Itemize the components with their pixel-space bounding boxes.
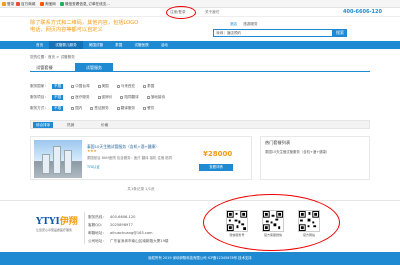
hotline-number: 400-6606-120 [343, 9, 382, 15]
filter-label: 服务国家： [30, 83, 48, 88]
filter-option[interactable]: 国内 [71, 106, 82, 111]
filter-row: 服务项目： 不限 医疗服务 促卵仪 陪同翻译 落地接待 [30, 93, 173, 101]
filter-label: 服务方式： [30, 105, 48, 110]
nav-item[interactable]: 试管婴儿服务 [49, 41, 83, 49]
footer-info-row: 邮箱地址： aihuachuang@163.com [88, 231, 153, 235]
footer-contact-info: 服务热线： 400-6606-120 客服QQ： 2025898977 邮箱地址： a… [88, 213, 168, 245]
search-button[interactable]: 搜索 [333, 29, 347, 37]
filter-option[interactable]: 落地接待 [146, 95, 165, 100]
footer-info-row: 公司地址： 广东省深圳市南山区南新路大厦19楼 [88, 239, 169, 243]
checkbox-icon [143, 84, 147, 88]
main-nav: 首页 试管婴儿服务 美国试管 泰国 试管医院 活动 [0, 41, 400, 49]
checkbox-icon [116, 84, 120, 88]
breadcrumb: 您的位置：首页 > 试管服务 [30, 55, 75, 59]
hot-panel-title: 热门套餐列表 [265, 140, 291, 145]
bookmark-item[interactable]: 微信查看信息_订单在线支... [60, 2, 110, 7]
copyright-bar: 版权所有 2019 深圳伊翔科技有限公司 ICP备12345678号 技术支持 [0, 252, 400, 265]
filter-option[interactable]: 中国台湾 [71, 84, 90, 89]
nav-item[interactable]: 首页 [30, 41, 49, 49]
annotation-circle [166, 6, 196, 19]
nav-item[interactable]: 美国试管 [83, 41, 109, 49]
filter-option[interactable]: 泰国 [143, 84, 154, 89]
sort-bar: 综合排序 热销 价格 [30, 120, 370, 129]
checkbox-icon [71, 95, 75, 99]
listing-title[interactable]: 泰国10天生殖试管服务（含机+酒+健康） [87, 144, 187, 150]
bookmark-item[interactable]: 淘宝网 [40, 2, 56, 7]
checkbox-icon [97, 95, 101, 99]
filter-option[interactable]: 医疗服务 [71, 95, 90, 100]
footer-logo: YTYI伊翔 [36, 217, 78, 227]
bookmark-icon [60, 2, 64, 6]
checkbox-icon [71, 84, 75, 88]
filter-option[interactable]: 翻译服务 [116, 106, 135, 111]
checkbox-icon [90, 106, 94, 110]
checkbox-icon [120, 95, 124, 99]
view-details-button[interactable]: 查看详情 [199, 164, 233, 171]
filter-option[interactable]: 不限 [52, 105, 64, 111]
filter-option[interactable]: 签证服务 [90, 106, 109, 111]
footer-info-row: 客服QQ： 2025898977 [88, 223, 133, 227]
nav-item[interactable]: 活动 [155, 41, 174, 49]
search-input[interactable]: 深圳｜酒店预约 [213, 29, 333, 37]
sort-option[interactable]: 价格 [101, 122, 108, 128]
tab-services[interactable]: 试管服务 [75, 63, 113, 72]
content-tabs: 试管套餐 试管服务 [30, 63, 370, 72]
checkbox-icon [143, 106, 147, 110]
logo-placeholder-text: 除了联系方式和二维码，其他内容，包括LOGO 电话，网页内容等都可以自定义 [30, 20, 139, 33]
footer-divider [0, 200, 400, 201]
checkbox-icon [116, 106, 120, 110]
bookmark-icon [2, 2, 6, 6]
listing-tag: TFA认证 [87, 165, 100, 169]
listing-description: 泰国曼谷 BNH医院 包含服务：医疗 翻译 接机 住宿 陪同 [87, 156, 173, 160]
filter-option[interactable]: 餐饮 [143, 106, 154, 111]
sort-option[interactable]: 热销 [67, 122, 74, 128]
building-shape [42, 154, 50, 174]
bookmark-icon [16, 2, 20, 6]
filter-option[interactable]: 不限 [52, 94, 64, 100]
filter-option[interactable]: 陪同翻译 [120, 95, 139, 100]
bookmark-item[interactable]: 百万商城 [16, 2, 35, 7]
tab-packages[interactable]: 试管套餐 [36, 65, 53, 71]
filter-row: 服务国家： 不限 中国台湾 美国 马来西亚 泰国 [30, 82, 162, 90]
listing-rating: ★★★ [87, 149, 97, 153]
building-shape [64, 150, 72, 174]
bookmarks-bar: 登录 百万商城 淘宝网 微信查看信息_订单在线支... [0, 0, 400, 8]
listing-thumbnail[interactable] [34, 140, 82, 178]
nav-item[interactable]: 泰国 [109, 41, 128, 49]
footer-info-row: 服务热线： 400-6606-120 [88, 215, 136, 219]
filter-option[interactable]: 马来西亚 [116, 84, 135, 89]
hot-packages-panel: 热门套餐列表 泰国10天生殖试管服务（含机+酒+健康） [260, 136, 370, 180]
filter-option[interactable]: 促卵仪 [97, 95, 112, 100]
annotation-circle [203, 194, 340, 251]
listing-price: ¥28000 [203, 150, 233, 158]
checkbox-icon [71, 106, 75, 110]
footer-slogan: 让您安心享受品质医疗服务 [36, 228, 73, 232]
bookmark-icon [40, 2, 44, 6]
search-tab[interactable]: 旅游服务 [243, 22, 257, 27]
bookmark-item[interactable]: 登录 [2, 2, 14, 7]
hot-list-item[interactable]: 泰国10天生殖试管服务（含机+酒+健康） [265, 149, 367, 154]
filter-row: 服务方式： 不限 国内 签证服务 翻译服务 餐饮 [30, 104, 162, 112]
checkbox-icon [97, 84, 101, 88]
filter-option[interactable]: 不限 [52, 83, 64, 89]
checkbox-icon [146, 95, 150, 99]
filter-option[interactable]: 美国 [97, 84, 109, 89]
top-utility-bar: 注册/登录 关于我们 400-6606-120 [0, 8, 400, 17]
footer-vertical-divider [84, 212, 85, 244]
sort-option[interactable]: 综合排序 [33, 122, 54, 128]
search-tab[interactable]: 酒店 [230, 22, 237, 27]
listing-card[interactable]: 泰国10天生殖试管服务（含机+酒+健康） ★★★ 泰国曼谷 BNH医院 包含服务… [30, 136, 252, 180]
about-link[interactable]: 关于我们 [205, 10, 219, 15]
search-tabs: 酒店 旅游服务 [230, 22, 258, 27]
building-shape [53, 146, 61, 174]
pagination-info: 共1条记录 1/1页 [127, 187, 155, 191]
nav-item[interactable]: 试管医院 [128, 41, 154, 49]
filter-label: 服务项目： [30, 94, 48, 99]
